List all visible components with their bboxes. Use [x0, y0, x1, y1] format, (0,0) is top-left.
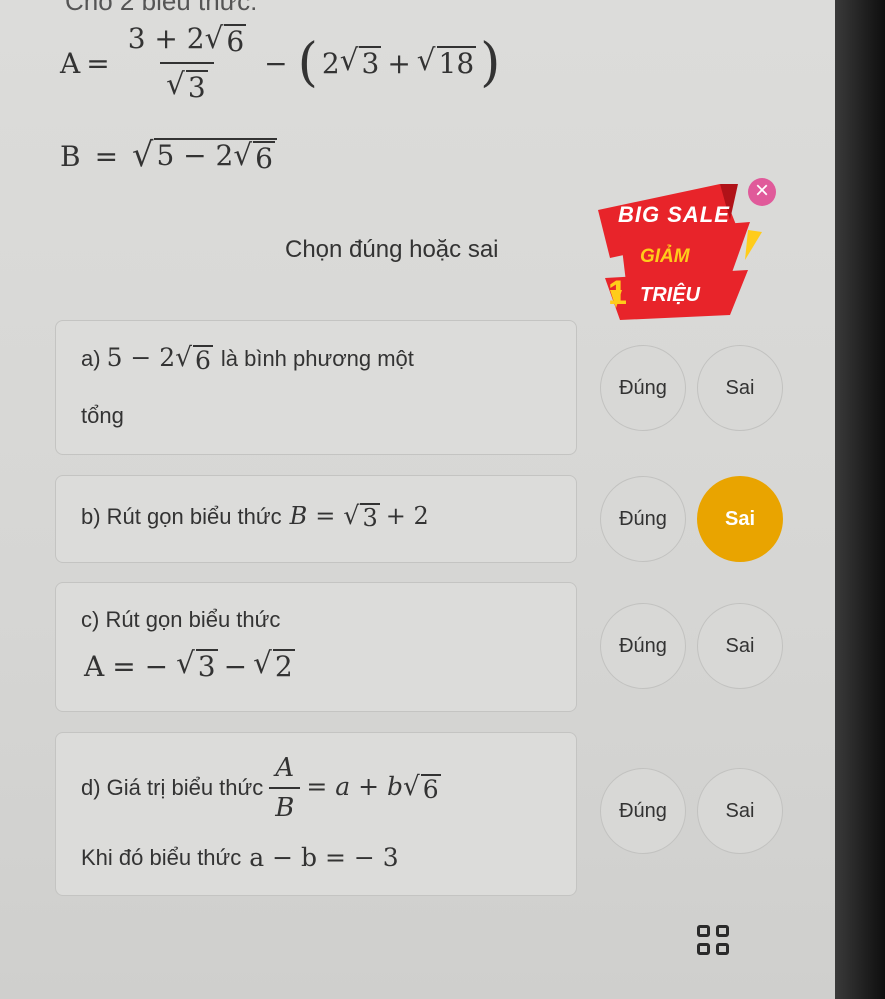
expr-a-num-left: 3 + 2: [127, 22, 205, 55]
question-d-prefix: d) Giá trị biểu thức: [81, 775, 264, 800]
question-a-math-left: 5 − 2: [106, 343, 176, 372]
question-d-frac-den: B: [269, 787, 301, 823]
question-c-var: A: [84, 649, 105, 683]
device-bezel: [835, 0, 885, 999]
question-c-eq: = −: [112, 649, 169, 683]
question-c-line2: A = − √ 3 − √ 2: [84, 646, 295, 683]
expr-a-label: A: [60, 46, 81, 80]
expr-a-den-rad: 3: [185, 70, 208, 105]
question-b-tail: + 2: [385, 502, 429, 530]
question-b-eq: =: [315, 502, 336, 530]
question-d-frac-num: A: [275, 753, 295, 783]
question-c-line1: c) Rút gọn biểu thức: [81, 607, 281, 632]
screen: Cho 2 biểu thức: A = 3 + 2 √ 6 √ 3 − ( 2 √ 3…: [0, 0, 835, 999]
expr-a-plus: +: [387, 46, 411, 80]
expr-b-label: B: [60, 140, 81, 174]
question-d-line2-text: Khi đó biểu thức: [81, 844, 242, 870]
question-a-line2: tổng: [81, 403, 124, 428]
expr-a-eq: =: [86, 46, 110, 80]
option-c-dung[interactable]: Đúng: [600, 603, 686, 689]
question-d-line1: d) Giá trị biểu thức AB = a + b √ 6: [81, 753, 441, 823]
header-cut: Cho 2 biểu thức:: [65, 0, 258, 16]
question-card-a: a) 5 − 2 √ 6 là bình phương một tổng: [55, 320, 577, 455]
question-c-minus: −: [223, 649, 248, 683]
ad-line1: BIG SALE: [618, 202, 730, 227]
question-b-prefix: b) Rút gọn biểu thức: [81, 504, 282, 530]
option-c-sai[interactable]: Sai: [697, 603, 783, 689]
expression-a: A = 3 + 2 √ 6 √ 3 − ( 2 √ 3 + √ 18 ): [60, 21, 501, 105]
expr-a-rad2: 18: [436, 46, 477, 81]
big-sale-ad[interactable]: BIG SALE GIẢM 1 TRIỆU ×: [580, 170, 780, 330]
question-a-prefix: a): [81, 346, 101, 372]
question-d-rad: 6: [420, 773, 441, 804]
question-b-line: b) Rút gọn biểu thức B = √ 3 + 2: [81, 501, 429, 532]
expr-a-minus: −: [264, 46, 288, 80]
grid-icon[interactable]: [697, 925, 733, 959]
ad-line2: GIẢM: [640, 246, 690, 267]
expr-b-eq: =: [94, 140, 119, 174]
question-b-var: B: [289, 502, 308, 530]
option-d-sai[interactable]: Sai: [697, 768, 783, 854]
question-a-text: là bình phương một: [220, 346, 414, 372]
expr-b-inner-left: 5 − 2: [156, 139, 234, 172]
question-card-d: d) Giá trị biểu thức AB = a + b √ 6 Khi đó…: [55, 732, 577, 896]
question-d-rest: = a + b: [306, 771, 404, 801]
ad-line3-num: 1: [608, 274, 627, 312]
question-card-b: b) Rút gọn biểu thức B = √ 3 + 2: [55, 475, 577, 563]
expr-a-fraction: 3 + 2 √ 6 √ 3: [127, 21, 247, 105]
option-b-sai[interactable]: Sai: [697, 476, 783, 562]
expr-a-rad1: 3: [359, 46, 382, 81]
question-card-c: c) Rút gọn biểu thức A = − √ 3 − √ 2: [55, 582, 577, 712]
expression-b: B = √ 5 − 2 √ 6: [60, 138, 277, 175]
expr-a-paren-left: 2: [321, 46, 340, 80]
section-title: Chọn đúng hoặc sai: [285, 236, 499, 263]
question-a-line1: a) 5 − 2 √ 6 là bình phương một: [81, 343, 414, 375]
option-a-sai[interactable]: Sai: [697, 345, 783, 431]
question-c-rad1: 3: [195, 649, 218, 683]
question-a-math-rad: 6: [192, 345, 213, 375]
option-a-dung[interactable]: Đúng: [600, 345, 686, 431]
question-d-line2-math: a − b = − 3: [249, 843, 399, 872]
close-icon: ×: [754, 177, 769, 204]
ad-line3: TRIỆU: [640, 284, 700, 306]
expr-a-num-rad: 6: [224, 24, 247, 58]
question-b-rad: 3: [360, 503, 380, 532]
expr-b-inner-rad: 6: [253, 141, 275, 175]
option-b-dung[interactable]: Đúng: [600, 476, 686, 562]
question-c-rad2: 2: [272, 649, 295, 683]
option-d-dung[interactable]: Đúng: [600, 768, 686, 854]
question-d-line2: Khi đó biểu thức a − b = − 3: [81, 843, 399, 872]
ad-close-button[interactable]: ×: [748, 178, 776, 206]
